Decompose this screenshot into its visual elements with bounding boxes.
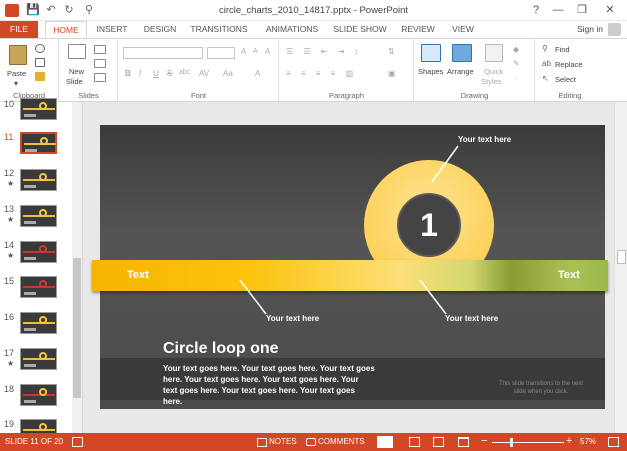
slide-sorter-icon[interactable] (409, 437, 420, 447)
slide-body-text[interactable]: Your text goes here. Your text goes here… (163, 363, 375, 407)
spellcheck-icon[interactable] (72, 437, 83, 447)
zoom-slider-handle[interactable] (509, 438, 513, 447)
notes-icon[interactable] (257, 438, 267, 447)
comments-button[interactable]: COMMENTS (318, 437, 365, 446)
zoom-out-button[interactable]: − (481, 435, 487, 447)
zoom-slider[interactable] (492, 442, 564, 443)
status-bar: SLIDE 11 OF 20 NOTES COMMENTS − + 57% (0, 433, 627, 451)
slide-counter: SLIDE 11 OF 20 (5, 437, 64, 446)
reading-view-icon[interactable] (433, 437, 444, 447)
comments-icon[interactable] (306, 438, 316, 446)
callout-right[interactable]: Your text here (445, 314, 498, 323)
normal-view-icon[interactable] (377, 436, 393, 448)
callout-left[interactable]: Your text here (266, 314, 319, 323)
notes-button[interactable]: NOTES (269, 437, 297, 446)
slideshow-icon[interactable] (458, 437, 469, 447)
slide-heading[interactable]: Circle loop one (163, 340, 279, 358)
slide-note-text[interactable]: This slide transitions to the next slide… (496, 380, 586, 396)
fit-to-window-icon[interactable] (608, 437, 619, 447)
callout-top[interactable]: Your text here (458, 135, 511, 144)
zoom-level[interactable]: 57% (580, 437, 596, 446)
zoom-in-button[interactable]: + (566, 435, 572, 447)
